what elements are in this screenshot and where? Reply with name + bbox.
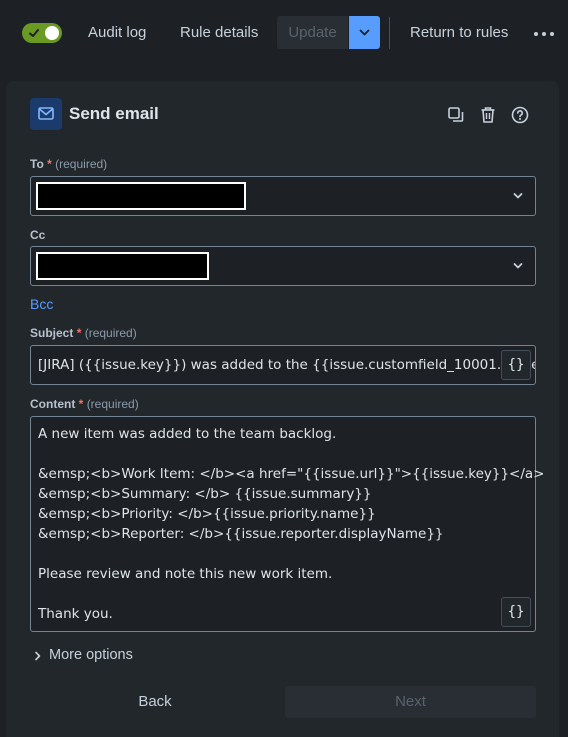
next-button: Next — [285, 686, 536, 718]
content-label-text: Content — [30, 397, 76, 411]
audit-log-button[interactable]: Audit log — [88, 16, 146, 50]
help-icon — [511, 106, 529, 124]
redacted-value — [36, 252, 209, 280]
content-line: Please review and note this new work ite… — [38, 566, 333, 582]
to-label: To * (required) — [30, 157, 107, 171]
required-text: (required) — [55, 157, 108, 171]
more-horizontal-icon — [534, 32, 538, 36]
back-button[interactable]: Back — [30, 686, 280, 718]
content-line — [38, 444, 495, 464]
update-button: Update — [277, 16, 348, 49]
content-line: &emsp;<b>Summary: </b> {{issue.summary}} — [38, 486, 372, 502]
chevron-down-icon — [513, 193, 523, 199]
send-email-panel: Send email To * (required) Cc Bcc Subjec… — [6, 81, 559, 737]
content-label: Content * (required) — [30, 397, 139, 411]
content-line: A new item was added to the team backlog… — [38, 426, 337, 442]
toolbar-divider — [389, 17, 390, 49]
more-options-label: More options — [49, 647, 133, 663]
required-marker: * — [47, 157, 52, 171]
rule-enabled-toggle[interactable] — [22, 23, 62, 43]
content-line — [38, 544, 495, 564]
cc-label: Cc — [30, 228, 45, 242]
duplicate-icon — [448, 107, 464, 122]
subject-input[interactable]: [JIRA] ({{issue.key}}) was added to the … — [30, 345, 536, 385]
mail-icon — [38, 107, 54, 120]
content-textarea[interactable]: A new item was added to the team backlog… — [30, 416, 545, 632]
bcc-link[interactable]: Bcc — [30, 296, 53, 312]
cc-select[interactable] — [30, 246, 536, 286]
content-line: &emsp;<b>Priority: </b>{{issue.priority.… — [38, 506, 376, 522]
top-toolbar: Audit log Rule details Update Return to … — [0, 0, 568, 66]
trash-icon — [481, 107, 495, 123]
more-actions-button[interactable] — [532, 24, 556, 44]
to-label-text: To — [30, 157, 44, 171]
rule-details-button[interactable]: Rule details — [180, 16, 258, 50]
to-select[interactable] — [30, 176, 536, 216]
cc-label-text: Cc — [30, 228, 46, 242]
content-line: Thank you. — [38, 606, 113, 622]
subject-label: Subject * (required) — [30, 326, 137, 340]
required-text: (required) — [84, 326, 137, 340]
mail-icon-tile — [30, 98, 62, 130]
chevron-right-icon — [35, 651, 41, 661]
toggle-knob — [45, 26, 59, 40]
subject-smart-value-button[interactable]: {} — [501, 350, 531, 380]
content-smart-value-button[interactable]: {} — [501, 597, 531, 627]
action-title: Send email — [69, 104, 159, 123]
content-line: &emsp;<b>Work Item: </b><a href="{{issue… — [38, 466, 545, 482]
help-button[interactable] — [510, 105, 530, 125]
chevron-down-icon — [513, 263, 523, 269]
content-line — [38, 584, 495, 604]
required-marker: * — [78, 397, 84, 411]
required-text: (required) — [86, 397, 139, 411]
chevron-down-icon — [359, 29, 370, 36]
subject-label-text: Subject — [30, 326, 74, 340]
check-icon — [29, 29, 39, 37]
redacted-value — [36, 182, 246, 210]
duplicate-button[interactable] — [446, 105, 466, 125]
update-dropdown-button[interactable] — [349, 16, 380, 49]
return-to-rules-button[interactable]: Return to rules — [410, 16, 508, 50]
delete-button[interactable] — [478, 105, 498, 125]
required-marker: * — [76, 326, 82, 340]
content-line: &emsp;<b>Reporter: </b>{{issue.reporter.… — [38, 526, 444, 542]
more-options-toggle[interactable]: More options — [34, 647, 133, 663]
